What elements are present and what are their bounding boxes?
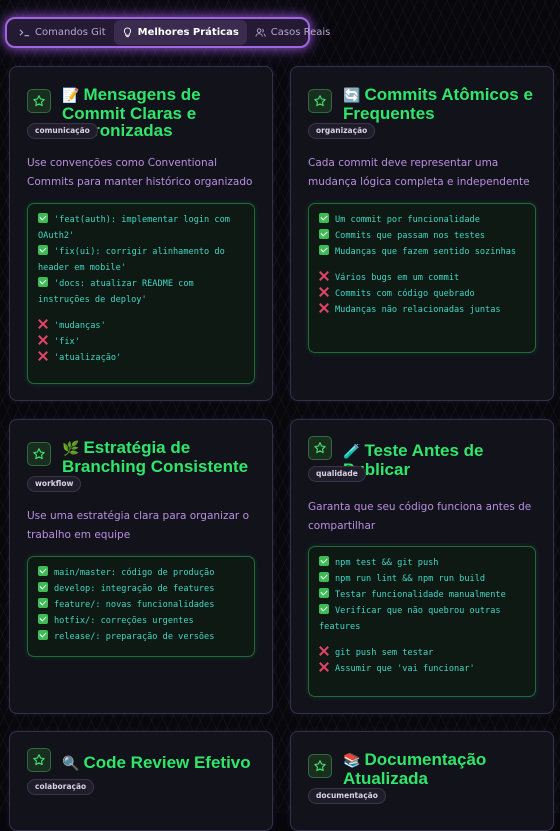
card-title: 🌿 Estratégia de Branching Consistente — [62, 438, 249, 476]
terminal-icon — [19, 29, 30, 37]
bad-example: Assumir que 'vai funcionar' — [319, 661, 525, 677]
check-icon — [319, 588, 329, 598]
good-example: npm run lint && npm run build — [319, 571, 525, 587]
card-title: 🧪 Teste Antes de Publicar — [343, 441, 484, 479]
card-description: Garanta que seu código funciona antes de… — [308, 501, 532, 532]
tab-casos-reais[interactable]: Casos Reais — [247, 20, 339, 45]
good-example: 'feat(auth): implementar login com OAuth… — [38, 213, 230, 241]
examples-box: main/master: código de produção develop:… — [27, 556, 255, 657]
cross-icon — [319, 303, 329, 313]
card-description: Use uma estratégia clara para organizar … — [27, 510, 249, 541]
tab-melhores-praticas[interactable]: Melhores Práticas — [113, 20, 247, 45]
tab-bar: Comandos Git Melhores Práticas Casos Rea… — [5, 17, 330, 48]
good-example: Commits que passam nos testes — [319, 228, 525, 244]
tab-label: Casos Reais — [270, 27, 331, 38]
check-icon — [319, 245, 329, 255]
examples-box: 'feat(auth): implementar login com OAuth… — [27, 203, 255, 384]
favorite-star-button[interactable] — [308, 89, 332, 113]
favorite-star-button[interactable] — [27, 748, 51, 772]
bad-example: Commits com código quebrado — [319, 286, 525, 302]
favorite-star-button[interactable] — [27, 89, 51, 113]
star-icon — [33, 448, 45, 460]
test-tube-icon: 🧪 — [343, 444, 361, 460]
practice-card-documentation: 📚 Documentação Atualizada documentação — [290, 731, 554, 831]
check-icon — [319, 604, 329, 614]
good-example: 'fix(ui): corrigir alinhamento do header… — [38, 245, 225, 273]
cross-icon — [319, 271, 329, 281]
check-icon — [38, 614, 48, 624]
category-tag: documentação — [308, 788, 386, 804]
check-icon — [38, 277, 48, 287]
check-icon — [319, 556, 329, 566]
magnifier-icon: 🔍 — [62, 756, 80, 772]
cross-icon — [38, 319, 48, 329]
good-example: hotfix/: correções urgentes — [38, 613, 244, 629]
herb-icon: 🌿 — [62, 441, 80, 457]
card-description: Cada commit deve representar uma mudança… — [308, 157, 530, 188]
category-tag: colaboração — [27, 779, 95, 795]
star-icon — [33, 754, 45, 766]
check-icon — [38, 630, 48, 640]
practice-card-branching: 🌿 Estratégia de Branching Consistente wor… — [9, 419, 273, 714]
category-tag: workflow — [27, 476, 82, 492]
check-icon — [319, 213, 329, 223]
good-example: Um commit por funcionalidade — [319, 212, 525, 228]
good-example: develop: integração de features — [38, 581, 244, 597]
check-icon — [38, 598, 48, 608]
lightbulb-icon — [123, 27, 131, 38]
bad-example: 'fix' — [38, 334, 244, 350]
good-example: npm test && git push — [319, 555, 525, 571]
check-icon — [319, 572, 329, 582]
memo-icon: 📝 — [62, 88, 80, 104]
tab-comandos-git[interactable]: Comandos Git — [11, 20, 114, 45]
favorite-star-button[interactable] — [308, 436, 332, 460]
check-icon — [38, 566, 48, 576]
examples-box: npm test && git push npm run lint && npm… — [308, 546, 536, 697]
good-example: Mudanças que fazem sentido sozinhas — [319, 244, 525, 260]
bad-example: 'mudanças' — [38, 318, 244, 334]
star-icon — [33, 95, 45, 107]
bad-example: 'atualização' — [38, 350, 244, 366]
bad-example: git push sem testar — [319, 645, 525, 661]
cross-icon — [319, 646, 329, 656]
category-tag: qualidade — [308, 466, 366, 482]
practice-card-test-before-push: 🧪 Teste Antes de Publicar qualidade Garan… — [290, 419, 554, 714]
good-example: feature/: novas funcionalidades — [38, 597, 244, 613]
books-icon: 📚 — [343, 753, 361, 769]
cross-icon — [319, 287, 329, 297]
cross-icon — [38, 351, 48, 361]
card-title: 📚 Documentação Atualizada — [343, 750, 487, 788]
check-icon — [38, 582, 48, 592]
tab-label: Melhores Práticas — [137, 27, 239, 38]
bad-example: Vários bugs em um commit — [319, 270, 525, 286]
tab-label: Comandos Git — [35, 27, 106, 38]
practice-card-commit-messages: 📝 Mensagens de Commit Claras e Padronizad… — [9, 66, 273, 401]
star-icon — [314, 442, 326, 454]
refresh-icon: 🔄 — [343, 88, 361, 104]
good-example: Testar funcionalidade manualmente — [319, 587, 525, 603]
practice-card-atomic-commits: 🔄 Commits Atômicos e Frequentes organizaç… — [290, 66, 554, 401]
good-example: release/: preparação de versões — [38, 629, 244, 645]
check-icon — [38, 245, 48, 255]
check-icon — [38, 213, 48, 223]
cross-icon — [38, 335, 48, 345]
good-example: Verificar que não quebrou outras feature… — [319, 604, 501, 632]
cross-icon — [319, 662, 329, 672]
card-title: 🔍 Code Review Efetivo — [62, 753, 251, 772]
check-icon — [319, 229, 329, 239]
favorite-star-button[interactable] — [308, 754, 332, 778]
bad-example: Mudanças não relacionadas juntas — [319, 302, 525, 318]
card-description: Use convenções como Conventional Commits… — [27, 157, 253, 188]
good-example: main/master: código de produção — [38, 565, 244, 581]
category-tag: comunicação — [27, 123, 98, 139]
practice-card-code-review: 🔍 Code Review Efetivo colaboração — [9, 731, 273, 831]
examples-box: Um commit por funcionalidade Commits que… — [308, 203, 536, 353]
favorite-star-button[interactable] — [27, 442, 51, 466]
card-title: 🔄 Commits Atômicos e Frequentes — [343, 85, 533, 123]
category-tag: organização — [308, 123, 376, 139]
star-icon — [314, 760, 326, 772]
good-example: 'docs: atualizar README com instruções d… — [38, 277, 194, 305]
star-icon — [314, 95, 326, 107]
users-icon — [255, 28, 266, 37]
